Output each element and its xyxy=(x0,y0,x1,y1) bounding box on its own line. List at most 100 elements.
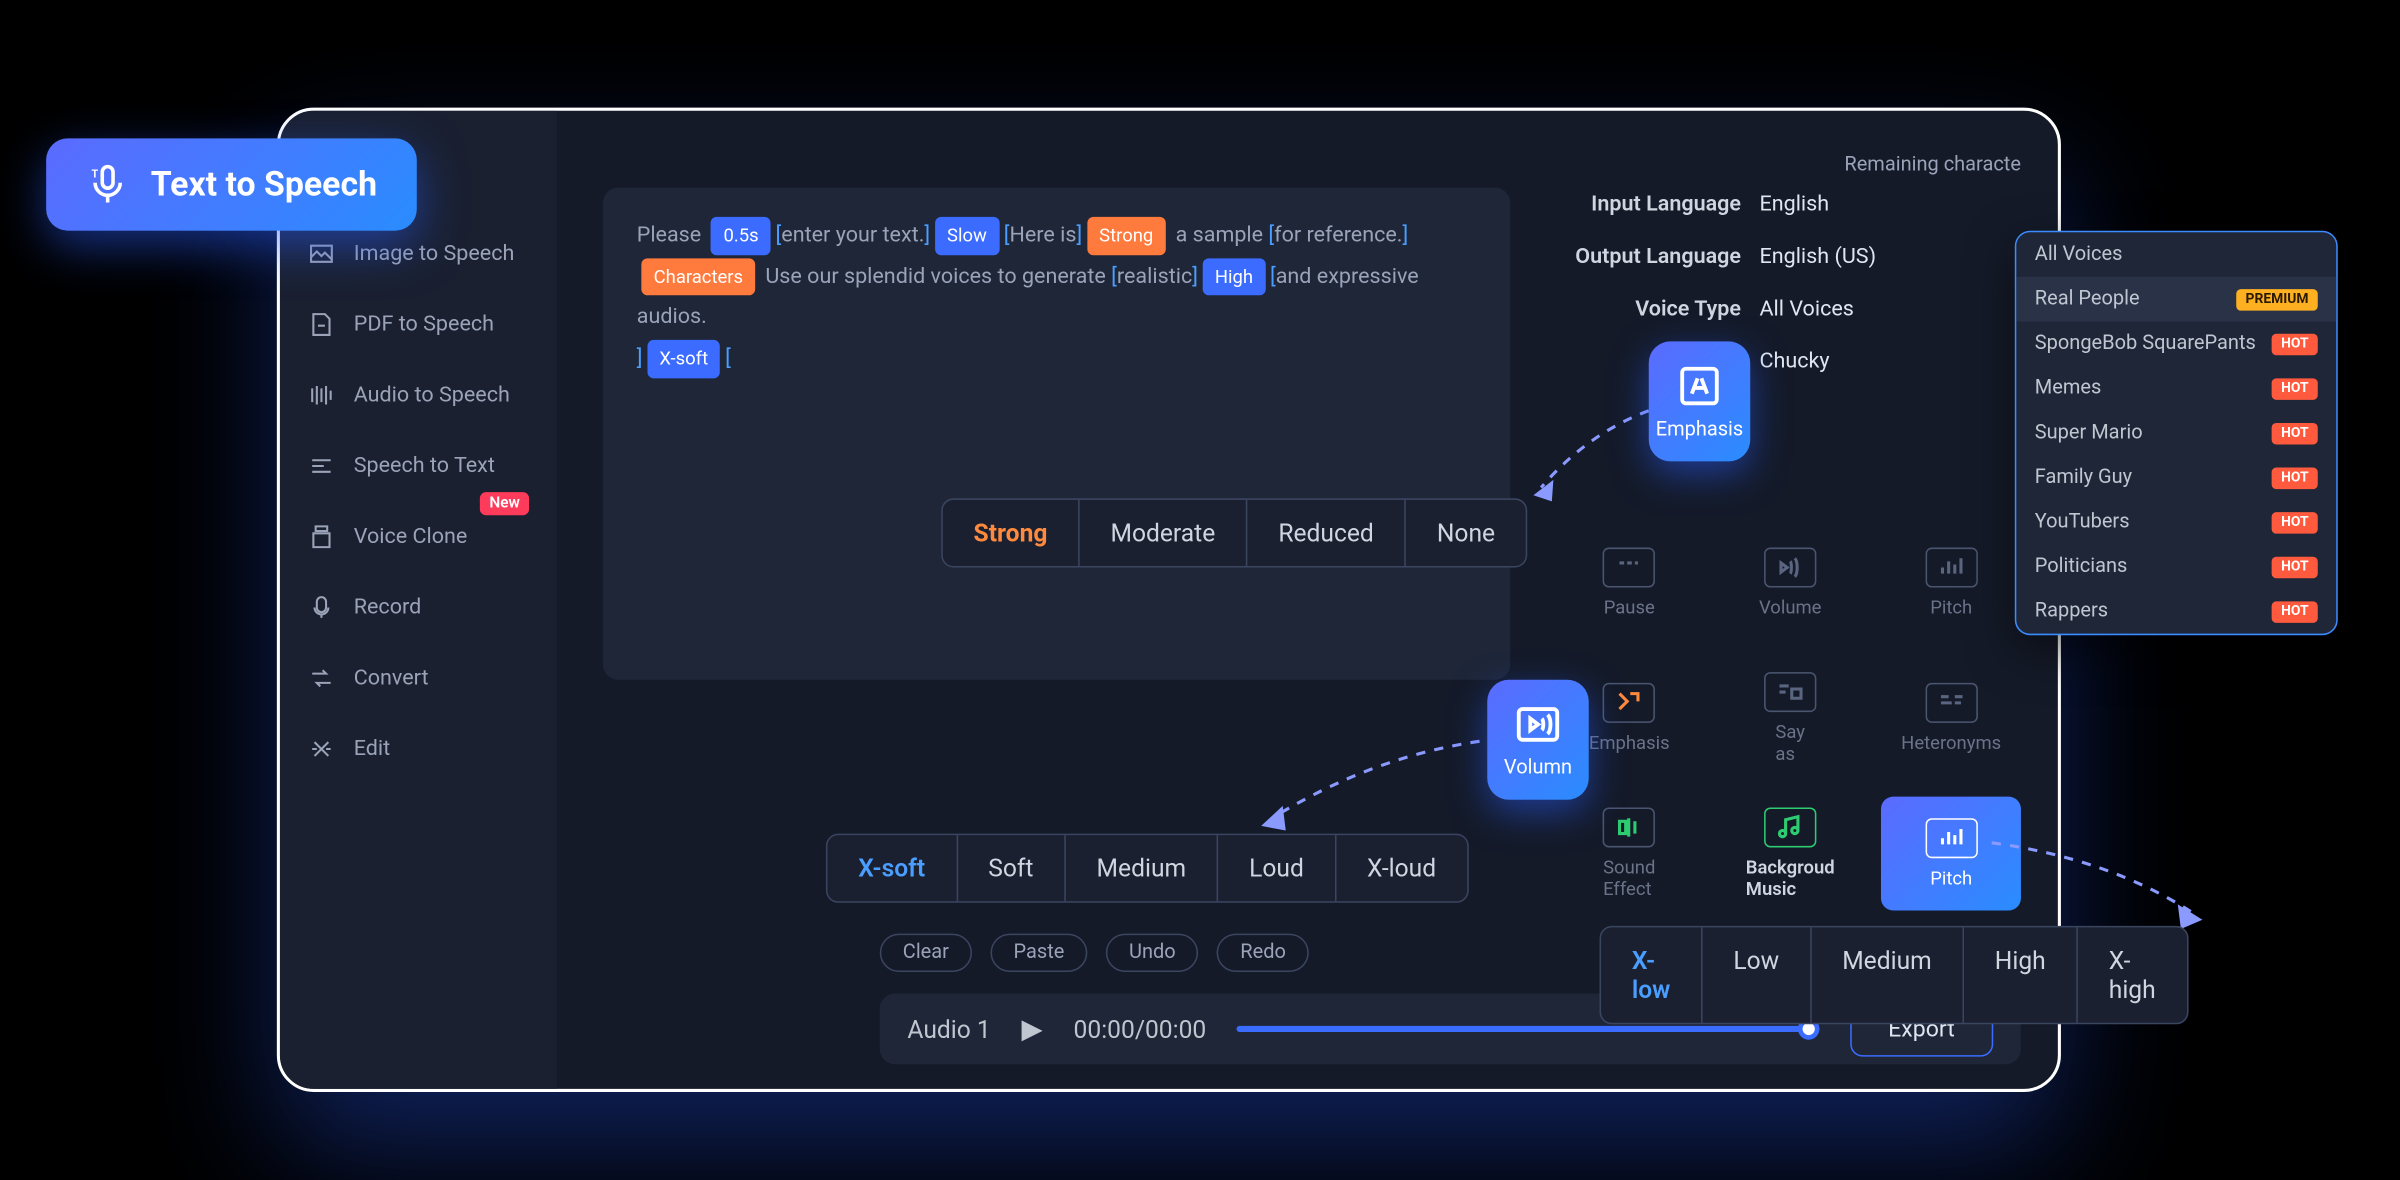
emphasis-strip-moderate[interactable]: Moderate xyxy=(1080,500,1248,566)
sidebar-item-voice-clone[interactable]: Voice CloneNew xyxy=(280,501,557,572)
sidebar-item-record[interactable]: Record xyxy=(280,572,557,643)
bracket: ] xyxy=(1077,223,1083,248)
fx-backgroud-music[interactable]: BackgroudMusic xyxy=(1720,797,1859,911)
sidebar-item-label: Convert xyxy=(354,666,429,691)
voice-option-spongebob-squarepants[interactable]: SpongeBob SquarePantsHOT xyxy=(2016,321,2336,366)
voice-option-all-voices[interactable]: All Voices xyxy=(2016,232,2336,277)
pitch-strip-high[interactable]: High xyxy=(1964,927,2078,1022)
setting-label: Output Language xyxy=(1560,245,1760,270)
sidebar-item-label: Edit xyxy=(354,737,390,762)
voice-option-super-mario[interactable]: Super MarioHOT xyxy=(2016,411,2336,456)
editor-tag[interactable]: X-soft xyxy=(647,340,720,378)
time-display: 00:00/00:00 xyxy=(1074,1014,1207,1043)
voice-option-family-guy[interactable]: Family GuyHOT xyxy=(2016,455,2336,500)
editor-tag[interactable]: Characters xyxy=(641,258,755,296)
emphasis-strip-strong[interactable]: Strong xyxy=(943,500,1080,566)
bracket: [ xyxy=(725,346,731,371)
emphasis-strip-none[interactable]: None xyxy=(1406,500,1526,566)
microphone-icon: T xyxy=(86,163,129,206)
emphasis-popover-button[interactable]: Emphasis xyxy=(1649,341,1751,461)
fx-pause[interactable]: Pause xyxy=(1560,526,1699,640)
pitch-strip-low[interactable]: Low xyxy=(1703,927,1812,1022)
editor-tag[interactable]: High xyxy=(1203,258,1266,296)
fx-pitch[interactable]: Pitch xyxy=(1881,797,2020,911)
editor-text: Here is xyxy=(1010,223,1077,248)
fx-label: Sayas xyxy=(1775,721,1805,764)
fx-label: Pitch xyxy=(1930,597,1972,619)
new-badge: New xyxy=(480,492,529,515)
undo-button[interactable]: Undo xyxy=(1106,934,1199,972)
pitch-strip-medium[interactable]: Medium xyxy=(1811,927,1964,1022)
setting-value[interactable]: All Voices xyxy=(1759,297,2020,322)
volume-strip-soft[interactable]: Soft xyxy=(957,835,1065,901)
text-editor[interactable]: Please 0.5s[enter your text.]Slow[Here i… xyxy=(603,188,1510,680)
voice-option-label: All Voices xyxy=(2035,243,2123,266)
pitch-icon xyxy=(1925,548,1977,588)
editor-tag[interactable]: Strong xyxy=(1087,217,1166,255)
bracket: ] xyxy=(924,223,930,248)
fx-sound-effect[interactable]: SoundEffect xyxy=(1560,797,1699,911)
pdf-icon xyxy=(308,311,336,339)
pitch-strip-x-low[interactable]: X-low xyxy=(1601,927,1703,1022)
badge-hot: HOT xyxy=(2272,467,2318,489)
fx-volume[interactable]: Volume xyxy=(1720,526,1859,640)
remaining-characters-label: Remaining characte xyxy=(1560,154,2021,177)
fx-heteronyms[interactable]: Heteronyms xyxy=(1881,661,2020,775)
volume-strip-x-soft[interactable]: X-soft xyxy=(827,835,957,901)
editor-text: realistic xyxy=(1117,264,1192,289)
sidebar-item-label: Image to Speech xyxy=(354,241,515,266)
editor-tag[interactable]: 0.5s xyxy=(711,217,771,255)
sidebar-item-edit[interactable]: Edit xyxy=(280,714,557,785)
voice-option-label: Rappers xyxy=(2035,600,2108,623)
setting-value[interactable]: English (US) xyxy=(1759,245,2020,270)
play-icon[interactable]: ▶ xyxy=(1021,1013,1042,1045)
setting-row-input-language: Input LanguageEnglish xyxy=(1560,192,2021,217)
volume-popover-button[interactable]: Volumn xyxy=(1487,680,1589,800)
fx-say-as[interactable]: Sayas xyxy=(1720,661,1859,775)
volume-strip-x-loud[interactable]: X-loud xyxy=(1336,835,1467,901)
volume-strip-loud[interactable]: Loud xyxy=(1218,835,1336,901)
arrow-decoration xyxy=(1249,726,1495,849)
clone-icon xyxy=(308,523,336,551)
bracket: ] xyxy=(1192,264,1198,289)
voice-option-rappers[interactable]: RappersHOT xyxy=(2016,589,2336,634)
settings-panel: Remaining characte Input LanguageEnglish… xyxy=(1560,154,2021,402)
pitch-strip-x-high[interactable]: X-high xyxy=(2078,927,2186,1022)
sound-icon xyxy=(1603,807,1655,847)
fx-pitch[interactable]: Pitch xyxy=(1881,526,2020,640)
badge-title: Text to Speech xyxy=(151,165,377,203)
setting-value[interactable]: English xyxy=(1759,192,2020,217)
voice-option-label: YouTubers xyxy=(2035,511,2130,534)
voice-option-politicians[interactable]: PoliticiansHOT xyxy=(2016,544,2336,589)
redo-button[interactable]: Redo xyxy=(1217,934,1309,972)
voice-option-real-people[interactable]: Real PeoplePREMIUM xyxy=(2016,277,2336,322)
fx-label: Emphasis xyxy=(1589,732,1670,754)
clear-button[interactable]: Clear xyxy=(880,934,972,972)
edit-icon xyxy=(308,735,336,763)
sidebar-item-pdf-to-speech[interactable]: PDF to Speech xyxy=(280,289,557,360)
sidebar-item-convert[interactable]: Convert xyxy=(280,643,557,714)
volume-strip-medium[interactable]: Medium xyxy=(1066,835,1219,901)
voice-option-youtubers[interactable]: YouTubers HOT xyxy=(2016,500,2336,545)
effects-grid: PauseVolume Pitch Emphasis Sayas Heteronyms S… xyxy=(1560,526,2021,911)
sidebar-item-speech-to-text[interactable]: Speech to Text xyxy=(280,431,557,502)
voice-option-memes[interactable]: MemesHOT xyxy=(2016,366,2336,411)
paste-button[interactable]: Paste xyxy=(990,934,1087,972)
sidebar-item-label: Voice Clone xyxy=(354,524,468,549)
editor-tag[interactable]: Slow xyxy=(935,217,999,255)
editor-text: Please xyxy=(637,223,707,248)
pause-icon xyxy=(1603,548,1655,588)
sidebar: Image to Speech PDF to Speech Audio to Spe… xyxy=(280,111,557,1089)
emphasis-strip-reduced[interactable]: Reduced xyxy=(1248,500,1407,566)
voice-type-dropdown[interactable]: All Voices Real PeoplePREMIUMSpongeBob Sq… xyxy=(2015,231,2338,635)
sidebar-item-audio-to-speech[interactable]: Audio to Speech xyxy=(280,360,557,431)
setting-label: Input Language xyxy=(1560,192,1760,217)
badge-hot: HOT xyxy=(2272,511,2318,533)
fx-label: SoundEffect xyxy=(1603,857,1655,900)
progress-track[interactable] xyxy=(1237,1026,1819,1032)
editor-toolbar: Clear Paste Undo Redo xyxy=(880,934,1309,972)
bgm-icon xyxy=(1764,807,1816,847)
fx-label: Pitch xyxy=(1930,867,1972,889)
sidebar-item-label: PDF to Speech xyxy=(354,312,494,337)
setting-value[interactable]: Chucky xyxy=(1759,349,2020,374)
